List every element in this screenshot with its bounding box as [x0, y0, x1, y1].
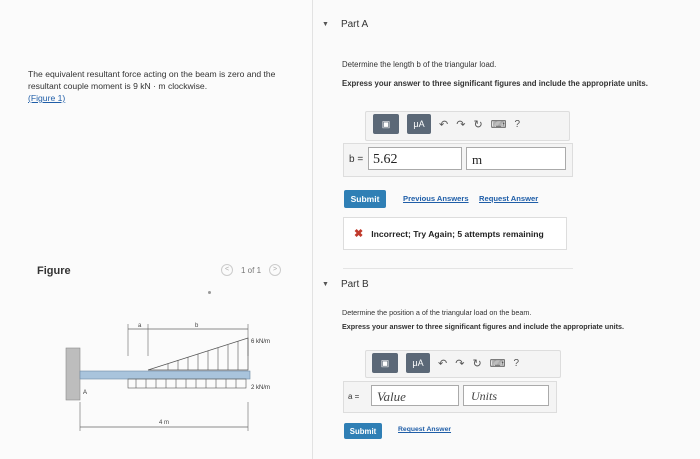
part-a-request-answer-link[interactable]: Request Answer	[479, 194, 538, 203]
part-b-title: Part B	[340, 279, 369, 290]
part-b-toolbar-buttons: ▣ μA ↶ ↷ ↻ ⌨ ?	[372, 353, 519, 373]
units-template-button[interactable]: μA	[407, 114, 431, 134]
dim-a-label: a	[138, 323, 142, 329]
part-b-submit-button[interactable]: Submit	[344, 423, 382, 439]
point-A-label: A	[83, 390, 87, 396]
beam	[79, 370, 251, 380]
part-a-title: Part A	[340, 19, 369, 30]
matrix-template-icon[interactable]: ▣	[372, 353, 398, 373]
part-b-request-answer-link[interactable]: Request Answer	[398, 426, 451, 433]
problem-text: The equivalent resultant force acting on…	[28, 69, 276, 91]
part-b-units-input[interactable]: Units	[463, 385, 549, 406]
chevron-left-icon[interactable]: <	[221, 264, 233, 276]
keyboard-icon[interactable]: ⌨	[491, 118, 507, 131]
part-a-instruction: Express your answer to three significant…	[342, 79, 648, 88]
part-a-toolbar-buttons: ▣ μA ↶ ↷ ↻ ⌨ ?	[373, 114, 520, 134]
incorrect-x-icon: ✖	[354, 228, 364, 240]
dim-b-label: b	[195, 323, 199, 329]
figure-dot	[208, 291, 211, 294]
part-a-value-input[interactable]: 5.62	[368, 147, 462, 170]
part-a-variable-label: b =	[349, 154, 364, 165]
part-a-prompt: Determine the length b of the triangular…	[342, 60, 497, 69]
undo-icon[interactable]: ↶	[438, 357, 447, 370]
keyboard-icon[interactable]: ⌨	[490, 357, 506, 370]
problem-statement: The equivalent resultant force acting on…	[28, 68, 288, 104]
part-b-instruction: Express your answer to three significant…	[342, 322, 624, 331]
uniform-load-arrows	[135, 379, 237, 388]
triangular-load-arrows	[167, 341, 239, 370]
collapse-triangle-icon[interactable]: ▼	[322, 281, 329, 288]
load-bottom-label: 2 kN/m	[251, 385, 270, 391]
redo-icon[interactable]: ↷	[455, 357, 464, 370]
help-icon[interactable]: ?	[514, 358, 520, 369]
load-top-label: 6 kN/m	[251, 339, 270, 345]
help-icon[interactable]: ?	[515, 119, 521, 130]
units-template-button[interactable]: μA	[406, 353, 430, 373]
beam-figure: a b 6 kN/m A 2 kN/m 4 m	[65, 323, 270, 431]
part-b-value-input[interactable]: Value	[371, 385, 459, 406]
problem-pane: The equivalent resultant force acting on…	[0, 0, 312, 459]
redo-icon[interactable]: ↷	[456, 118, 465, 131]
figure-pager: < 1 of 1 >	[221, 264, 282, 276]
part-b-variable-label: a =	[348, 392, 360, 401]
collapse-triangle-icon[interactable]: ▼	[322, 21, 329, 28]
previous-answers-link[interactable]: Previous Answers	[403, 194, 469, 203]
figure-page-indicator: 1 of 1	[241, 265, 262, 275]
part-a-header[interactable]: ▼ Part A	[322, 19, 368, 30]
undo-icon[interactable]: ↶	[439, 118, 448, 131]
reset-icon[interactable]: ↻	[472, 357, 481, 370]
matrix-template-icon[interactable]: ▣	[373, 114, 399, 134]
figure-link[interactable]: (Figure 1)	[28, 93, 65, 103]
part-a-units-input[interactable]: m	[466, 147, 566, 170]
part-a-submit-button[interactable]: Submit	[344, 190, 386, 208]
wall-support	[65, 347, 81, 401]
figure-title: Figure	[37, 265, 71, 277]
part-b-header[interactable]: ▼ Part B	[322, 279, 369, 290]
part-a-feedback-text: Incorrect; Try Again; 5 attempts remaini…	[371, 228, 544, 239]
span-label: 4 m	[159, 420, 169, 426]
part-a-feedback: ✖ Incorrect; Try Again; 5 attempts remai…	[343, 217, 567, 250]
part-b-prompt: Determine the position a of the triangul…	[342, 308, 532, 317]
part-separator	[343, 268, 573, 269]
reset-icon[interactable]: ↻	[473, 118, 482, 131]
chevron-right-icon[interactable]: >	[269, 264, 282, 276]
